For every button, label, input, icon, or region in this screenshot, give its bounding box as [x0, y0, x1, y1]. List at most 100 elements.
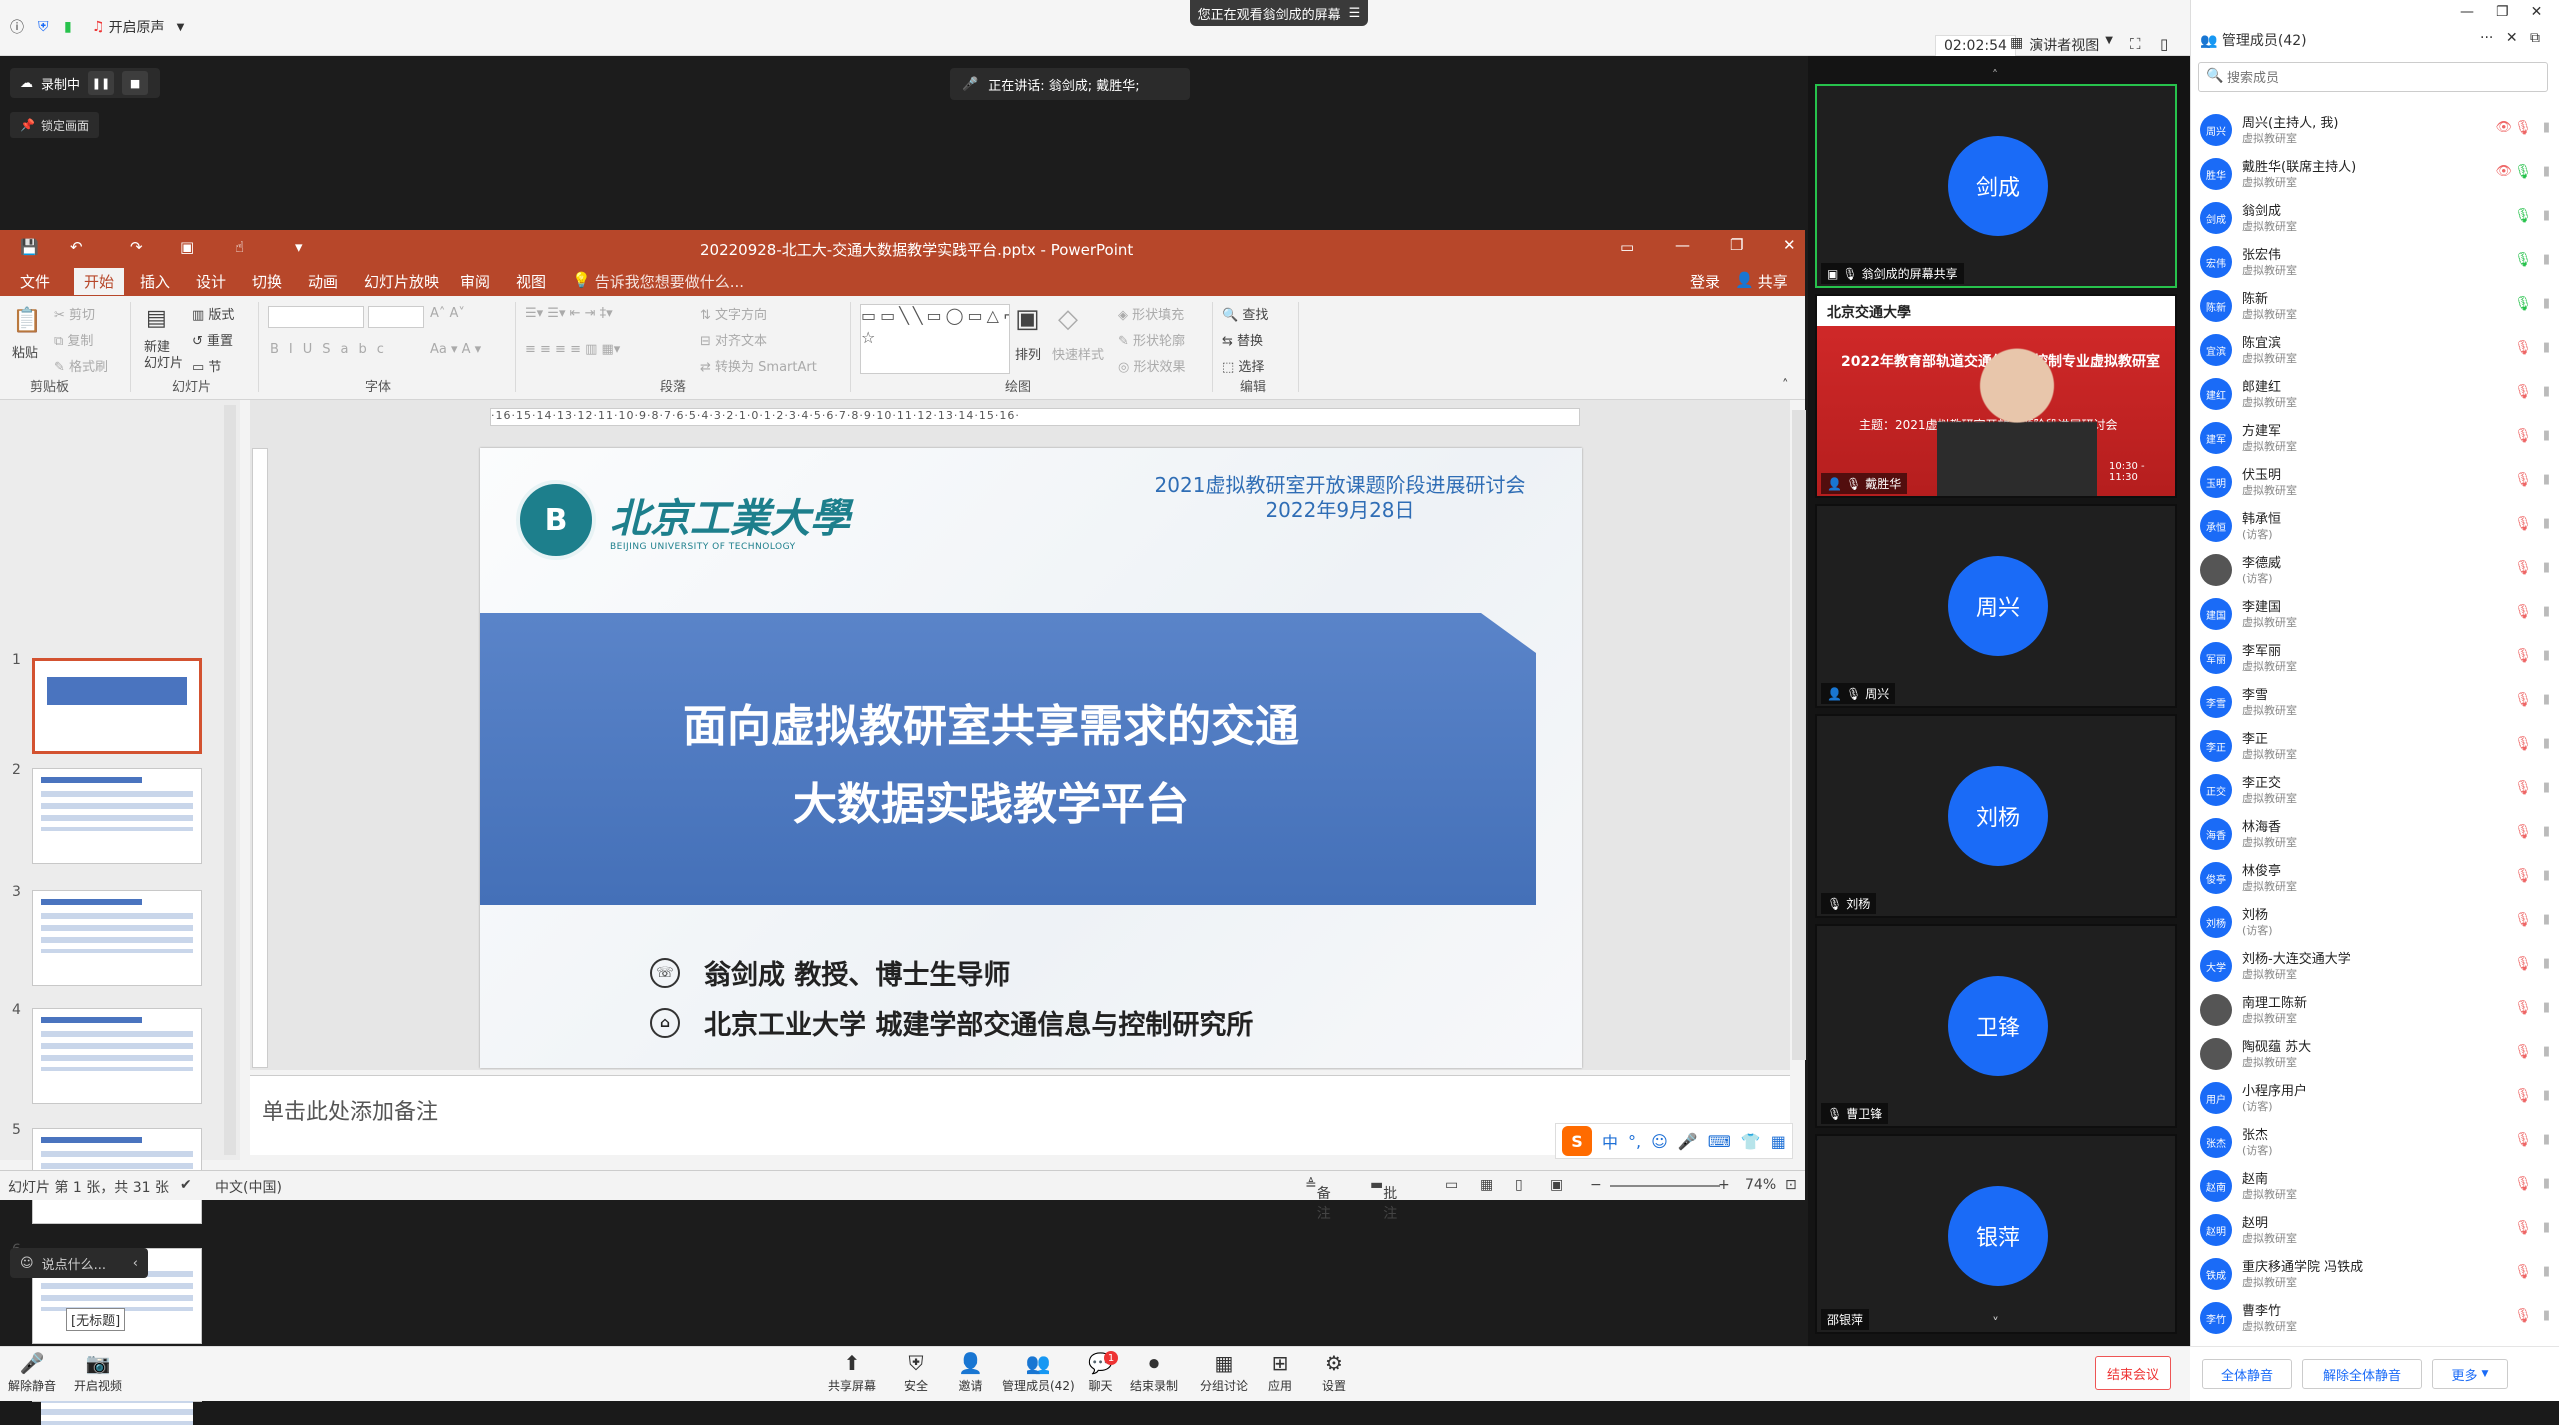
video-tile-2[interactable]: 北京交通大學 2022年教育部轨道交通信号与控制专业虚拟教研室 主题：2021虚…	[1815, 294, 2177, 498]
video-tile-6[interactable]: 银萍 邵银萍	[1815, 1134, 2177, 1334]
member-row[interactable]: 用户 小程序用户 (访客) 🎙 ▮	[2196, 1076, 2552, 1120]
invite-button[interactable]: 👤 邀请	[958, 1351, 983, 1394]
member-row[interactable]: 李正 李正 虚拟教研室 🎙 ▮	[2196, 724, 2552, 768]
shape-fill-button[interactable]: ◈ 形状填充	[1118, 304, 1184, 323]
camera-icon[interactable]: ▮	[2543, 1176, 2550, 1191]
mic-muted-icon[interactable]: 🎙	[2514, 340, 2532, 356]
shape-effects-button[interactable]: ◎ 形状效果	[1118, 356, 1186, 375]
lock-screen-button[interactable]: 📌 锁定画面	[10, 112, 99, 138]
settings-button[interactable]: ⚙ 设置	[1322, 1351, 1346, 1394]
share-button[interactable]: 👤 共享	[1735, 271, 1788, 292]
member-row[interactable]: 玉明 伏玉明 虚拟教研室 🎙 ▮	[2196, 460, 2552, 504]
member-row[interactable]: 李竹 曹李竹 虚拟教研室 🎙 ▮	[2196, 1296, 2552, 1340]
security-button[interactable]: ⛨ 安全	[904, 1351, 928, 1394]
member-row[interactable]: 承恒 韩承恒 (访客) 🎙 ▮	[2196, 504, 2552, 548]
mic-muted-icon[interactable]: 🎙	[2514, 824, 2532, 840]
camera-icon[interactable]: ▮	[2543, 912, 2550, 927]
mic-icon[interactable]: 🎙	[2514, 252, 2532, 268]
mic-muted-icon[interactable]: 🎙	[2514, 1264, 2532, 1280]
mic-muted-icon[interactable]: 🎙	[2514, 428, 2532, 444]
login-link[interactable]: 登录	[1690, 271, 1720, 292]
mic-muted-icon[interactable]: 🎙	[2514, 120, 2532, 136]
mic-muted-icon[interactable]: 🎙	[2514, 1088, 2532, 1104]
member-row[interactable]: 大学 刘杨-大连交通大学 虚拟教研室 🎙 ▮	[2196, 944, 2552, 988]
video-tile-1[interactable]: 剑成 ▣ 🎙 翁剑成的屏幕共享	[1815, 84, 2177, 288]
mute-all-button[interactable]: 全体静音	[2202, 1359, 2292, 1389]
member-row[interactable]: 剑成 翁剑成 虚拟教研室 🎙 ▮	[2196, 196, 2552, 240]
camera-icon[interactable]: ▮	[2543, 1132, 2550, 1147]
camera-icon[interactable]: ▮	[2543, 120, 2550, 135]
fit-slide-icon[interactable]: ⊡	[1785, 1177, 1797, 1193]
member-row[interactable]: 赵明 赵明 虚拟教研室 🎙 ▮	[2196, 1208, 2552, 1252]
shield-icon[interactable]: ⛨	[38, 12, 49, 42]
view-mode-selector[interactable]: ▦ 演讲者视图 ▼	[2010, 35, 2113, 55]
current-slide[interactable]: B 北京工業大學 BEIJING UNIVERSITY OF TECHNOLOG…	[480, 448, 1582, 1068]
mic-muted-icon[interactable]: 🎙	[2514, 1220, 2532, 1236]
member-row[interactable]: 陶砚蕴 苏大 虚拟教研室 🎙 ▮	[2196, 1032, 2552, 1076]
arrange-button[interactable]: 排列	[1015, 344, 1041, 363]
camera-icon[interactable]: ▮	[2543, 384, 2550, 399]
member-row[interactable]: 正交 李正交 虚拟教研室 🎙 ▮	[2196, 768, 2552, 812]
slide-thumbnail[interactable]	[32, 1008, 202, 1104]
close-icon[interactable]: ✕	[2506, 30, 2518, 46]
signal-icon[interactable]: ▮	[64, 12, 72, 42]
chat-input[interactable]: ☺ 说点什么... ‹	[10, 1248, 148, 1278]
new-slide-icon[interactable]: ▤	[146, 306, 167, 331]
tab-insert[interactable]: 插入	[140, 271, 170, 292]
tab-design[interactable]: 设计	[196, 271, 226, 292]
viewing-banner[interactable]: 您正在观看翁剑成的屏幕 ☰	[1190, 0, 1368, 26]
mic-muted-icon[interactable]: 🎙	[2514, 1176, 2532, 1192]
member-row[interactable]: 刘杨 刘杨 (访客) 🎙 ▮	[2196, 900, 2552, 944]
camera-icon[interactable]: ▮	[2543, 1264, 2550, 1279]
member-row[interactable]: 李德威 (访客) 🎙 ▮	[2196, 548, 2552, 592]
restore-icon[interactable]: ❐	[1730, 236, 1743, 254]
camera-icon[interactable]: ▮	[2543, 736, 2550, 751]
mic-muted-icon[interactable]: 🎙	[2514, 868, 2532, 884]
replace-button[interactable]: ⇆ 替换	[1222, 330, 1263, 349]
camera-icon[interactable]: ▮	[2543, 604, 2550, 619]
mic-muted-icon[interactable]: 🎙	[2514, 1000, 2532, 1016]
video-tile-5[interactable]: 卫锋 🎙 曹卫锋	[1815, 924, 2177, 1128]
quick-styles-button[interactable]: 快速样式	[1052, 344, 1104, 363]
arrange-icon[interactable]: ▣	[1015, 304, 1040, 334]
select-button[interactable]: ⬚ 选择	[1222, 356, 1264, 375]
camera-icon[interactable]: ▮	[2543, 252, 2550, 267]
unmute-button[interactable]: 🎤 解除静音	[8, 1351, 56, 1394]
paste-button[interactable]: 粘贴	[12, 342, 38, 361]
minimize-icon[interactable]: —	[1675, 236, 1690, 254]
tab-animations[interactable]: 动画	[308, 271, 338, 292]
customize-toolbar-icon[interactable]: ▾	[295, 238, 303, 256]
section-button[interactable]: ▭ 节	[192, 356, 221, 375]
bullets-icon[interactable]: ☰▾ ☰▾ ⇤ ⇥ ‡▾	[525, 306, 613, 321]
camera-icon[interactable]: ▮	[2543, 648, 2550, 663]
manage-members-button[interactable]: 👥 管理成员(42)	[1002, 1351, 1075, 1394]
slide-thumbnail[interactable]	[32, 768, 202, 864]
more-button[interactable]: 更多 ▼	[2432, 1359, 2508, 1389]
smartart-button[interactable]: ⇄ 转换为 SmartArt	[700, 356, 817, 375]
touch-mode-icon[interactable]: ☝	[235, 238, 244, 256]
slide-thumbnail[interactable]	[32, 890, 202, 986]
camera-icon[interactable]: ▮	[2543, 428, 2550, 443]
member-row[interactable]: 南理工陈新 虚拟教研室 🎙 ▮	[2196, 988, 2552, 1032]
mic-muted-icon[interactable]: 🎙	[2514, 956, 2532, 972]
shape-outline-button[interactable]: ✎ 形状轮廓	[1118, 330, 1185, 349]
member-row[interactable]: 海香 林海香 虚拟教研室 🎙 ▮	[2196, 812, 2552, 856]
camera-icon[interactable]: ▮	[2543, 1308, 2550, 1323]
restore-icon[interactable]: ❐	[2496, 4, 2509, 20]
tab-view[interactable]: 视图	[516, 271, 546, 292]
mic-muted-icon[interactable]: 🎙	[2514, 912, 2532, 928]
chevron-down-icon[interactable]: ˅	[1992, 1316, 1999, 1332]
slide-scrollbar[interactable]	[1792, 410, 1806, 1060]
tab-transitions[interactable]: 切换	[252, 271, 282, 292]
zoom-slider[interactable]	[1610, 1185, 1720, 1187]
ime-toolbar[interactable]: S 中 °, ☺ 🎤 ⌨ 👕 ▦	[1555, 1123, 1793, 1159]
align-text-button[interactable]: ⊟ 对齐文本	[700, 330, 767, 349]
collapse-ribbon-icon[interactable]: ˄	[1782, 378, 1789, 393]
tab-slideshow[interactable]: 幻灯片放映	[364, 271, 439, 292]
mic-muted-icon[interactable]: 🎙	[2514, 384, 2532, 400]
chevron-down-icon[interactable]: ▼	[177, 22, 185, 33]
find-button[interactable]: 🔍 查找	[1222, 304, 1268, 323]
mic-muted-icon[interactable]: 🎙	[2514, 560, 2532, 576]
member-row[interactable]: 俊亭 林俊亭 虚拟教研室 🎙 ▮	[2196, 856, 2552, 900]
save-icon[interactable]: 💾	[20, 238, 39, 256]
